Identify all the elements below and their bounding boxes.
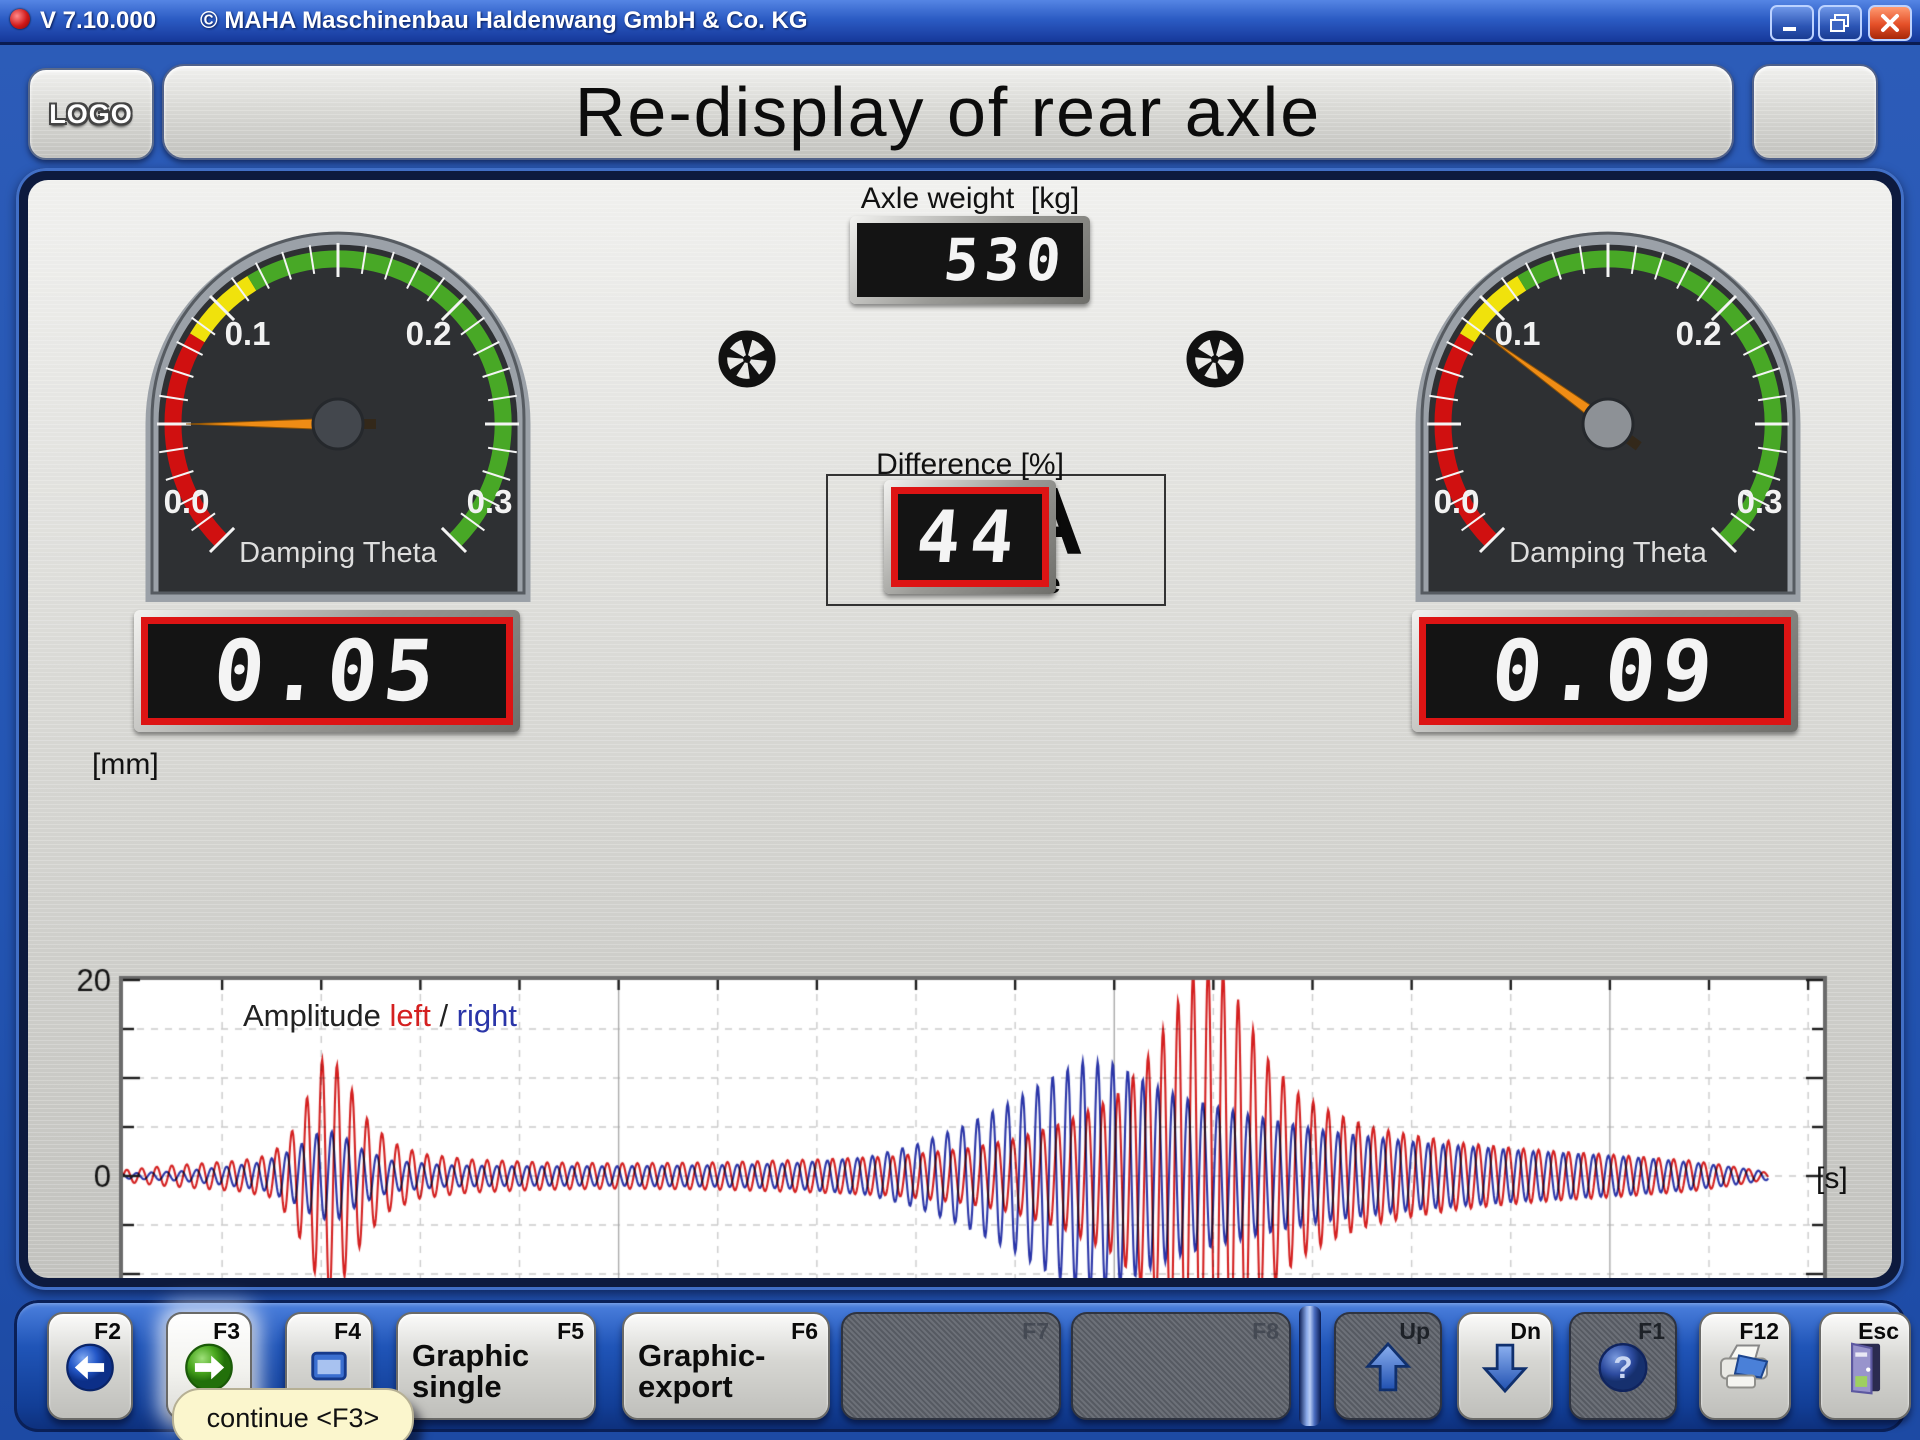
- toolbar-button-f12[interactable]: F12: [1699, 1312, 1791, 1420]
- close-button[interactable]: [1868, 5, 1912, 41]
- toolbar-button-f2[interactable]: F2: [47, 1312, 133, 1420]
- svg-text:?: ?: [1613, 1349, 1632, 1385]
- window-copyright: © MAHA Maschinenbau Haldenwang GmbH & Co…: [200, 7, 808, 35]
- axle-weight-display: 530: [850, 216, 1090, 304]
- toolbar-button-f5[interactable]: F5 Graphic single: [396, 1312, 596, 1420]
- difference-value: 44: [913, 501, 1026, 573]
- damping-value-right: 0.09: [1488, 629, 1722, 713]
- legend-prefix: Amplitude: [243, 998, 389, 1033]
- svg-text:0.1: 0.1: [225, 315, 271, 352]
- key-label-f4: F4: [334, 1318, 361, 1345]
- key-label-f6: F6: [791, 1318, 818, 1345]
- legend-left: left: [389, 998, 430, 1033]
- damping-value-left: 0.05: [210, 629, 444, 713]
- back-circle-icon: [64, 1342, 116, 1399]
- svg-text:0.0: 0.0: [164, 483, 210, 520]
- down-arrow-icon: [1478, 1340, 1532, 1401]
- toolbar-button-f8: F8: [1071, 1312, 1291, 1420]
- svg-text:Damping Theta: Damping Theta: [239, 537, 438, 569]
- difference-label: Difference [%]: [876, 448, 1064, 482]
- chart-legend: Amplitude left / right: [243, 998, 517, 1034]
- key-label-f8: F8: [1252, 1318, 1279, 1345]
- window-version: V 7.10.000: [40, 7, 156, 35]
- key-label-f7: F7: [1022, 1318, 1049, 1345]
- axle-weight-label: Axle weight [kg]: [861, 182, 1079, 216]
- up-arrow-icon: [1361, 1340, 1415, 1401]
- svg-text:0.3: 0.3: [1737, 483, 1783, 520]
- toolbar-button-f7: F7: [841, 1312, 1061, 1420]
- button-label-f6: Graphic- export: [638, 1340, 765, 1402]
- exit-door-icon: [1839, 1340, 1891, 1401]
- header-spacer-box: [1752, 64, 1878, 160]
- restore-icon: [1829, 13, 1851, 33]
- svg-text:Damping Theta: Damping Theta: [1509, 537, 1708, 569]
- svg-text:0.3: 0.3: [467, 483, 513, 520]
- y-axis-unit: [mm]: [92, 748, 159, 782]
- toolbar-button-f1: F1?: [1569, 1312, 1677, 1420]
- printer-icon: [1715, 1342, 1775, 1399]
- toolbar-button-up: Up: [1334, 1312, 1442, 1420]
- damping-display-left: 0.05: [134, 610, 520, 732]
- wheel-icon-left: [718, 330, 776, 388]
- logo-label: LOGO: [49, 99, 133, 130]
- minimize-icon: [1781, 14, 1803, 32]
- axle-weight-value: 530: [942, 231, 1070, 289]
- toolbar-button-dn[interactable]: Dn: [1457, 1312, 1553, 1420]
- key-label-f5: F5: [557, 1318, 584, 1345]
- main-panel: 0.0 0.1 0.2 0.3 Damping Theta 0.0 0.1 0.2 0.3 Da…: [16, 168, 1904, 1290]
- restore-button[interactable]: [1818, 5, 1862, 41]
- toolbar-divider: [1299, 1306, 1321, 1426]
- amplitude-chart: [53, 922, 1892, 1278]
- legend-right: right: [457, 998, 517, 1033]
- button-label-f5: Graphic single: [412, 1340, 529, 1402]
- page-title-bar: Re-display of rear axle: [162, 64, 1734, 160]
- window-titlebar: V 7.10.000 © MAHA Maschinenbau Haldenwan…: [0, 0, 1920, 45]
- toolbar-button-f6[interactable]: F6 Graphic- export: [622, 1312, 830, 1420]
- close-icon: [1879, 13, 1901, 33]
- damping-gauge-right: 0.00.10.20.3Damping Theta: [1408, 224, 1808, 602]
- app-icon: [10, 9, 30, 29]
- difference-display: 44: [884, 480, 1056, 594]
- tooltip-text: continue <F3>: [207, 1403, 380, 1434]
- question-icon: ?: [1595, 1340, 1651, 1401]
- minimize-button[interactable]: [1770, 5, 1814, 41]
- toolbar-button-esc[interactable]: Esc: [1819, 1312, 1911, 1420]
- wheel-icon-right: [1186, 330, 1244, 388]
- svg-text:0.0: 0.0: [1434, 483, 1480, 520]
- application-window: V 7.10.000 © MAHA Maschinenbau Haldenwan…: [0, 0, 1920, 1440]
- logo-button[interactable]: LOGO: [28, 68, 154, 160]
- page-title: Re-display of rear axle: [575, 72, 1321, 152]
- svg-text:0.2: 0.2: [406, 315, 452, 352]
- continue-tooltip: continue <F3>: [172, 1388, 414, 1440]
- panel-surface: 0.0 0.1 0.2 0.3 Damping Theta 0.0 0.1 0.2 0.3 Da…: [28, 180, 1892, 1278]
- x-axis-unit: [s]: [1816, 1162, 1848, 1196]
- svg-text:0.2: 0.2: [1676, 315, 1722, 352]
- damping-display-right: 0.09: [1412, 610, 1798, 732]
- damping-gauge-left: 0.0 0.1 0.2 0.3 Damping Theta: [138, 224, 538, 602]
- legend-separator: /: [431, 998, 457, 1033]
